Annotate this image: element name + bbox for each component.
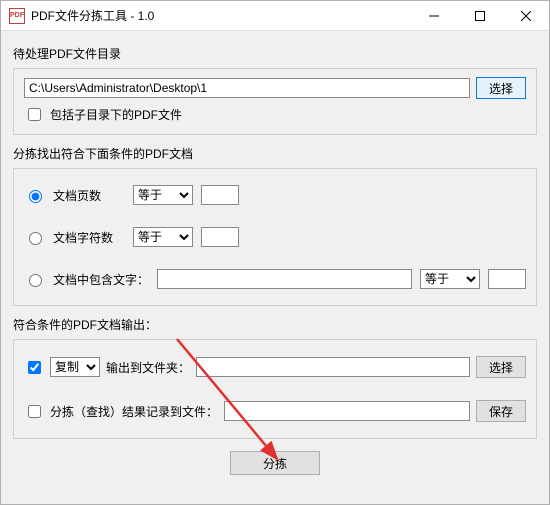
output-action-select[interactable]: 复制 (50, 357, 100, 377)
sort-button[interactable]: 分拣 (230, 451, 320, 475)
cond-text-label: 文档中包含文字： (53, 271, 149, 288)
log-enable-checkbox[interactable] (28, 405, 41, 418)
minimize-button[interactable] (411, 1, 457, 30)
output-folder-label: 输出到文件夹： (106, 359, 190, 376)
output-folder-input[interactable] (196, 357, 470, 377)
titlebar: PDF PDF文件分拣工具 - 1.0 (1, 1, 549, 31)
cond-chars-op-select[interactable]: 等于 (133, 227, 193, 247)
cond-pages-op-select[interactable]: 等于 (133, 185, 193, 205)
conditions-group: 文档页数 等于 文档字符数 等于 文档中包含文字： 等于 (13, 168, 537, 306)
output-enable-checkbox[interactable] (28, 361, 41, 374)
source-browse-button[interactable]: 选择 (476, 77, 526, 99)
cond-chars-value-input[interactable] (201, 227, 239, 247)
include-subdir-checkbox[interactable] (28, 108, 41, 121)
cond-pages-label: 文档页数 (53, 187, 125, 204)
source-path-input[interactable] (24, 78, 470, 98)
window-title: PDF文件分拣工具 - 1.0 (31, 7, 411, 24)
cond-pages-value-input[interactable] (201, 185, 239, 205)
log-label: 分拣（查找）结果记录到文件： (50, 403, 218, 420)
cond-chars-label: 文档字符数 (53, 229, 125, 246)
close-button[interactable] (503, 1, 549, 30)
cond-chars-radio[interactable] (29, 232, 42, 245)
cond-text-radio[interactable] (29, 274, 42, 287)
cond-text-count-input[interactable] (488, 269, 526, 289)
content: 待处理PDF文件目录 选择 包括子目录下的PDF文件 分拣找出符合下面条件的PD… (1, 31, 549, 485)
cond-pages-radio[interactable] (29, 190, 42, 203)
output-group: 复制 输出到文件夹： 选择 分拣（查找）结果记录到文件： 保存 (13, 339, 537, 439)
source-group: 选择 包括子目录下的PDF文件 (13, 68, 537, 135)
cond-text-op-select[interactable]: 等于 (420, 269, 480, 289)
section2-title: 分拣找出符合下面条件的PDF文档 (13, 145, 537, 162)
include-subdir-label: 包括子目录下的PDF文件 (50, 106, 182, 123)
output-browse-button[interactable]: 选择 (476, 356, 526, 378)
log-save-button[interactable]: 保存 (476, 400, 526, 422)
section3-title: 符合条件的PDF文档输出： (13, 316, 537, 333)
section1-title: 待处理PDF文件目录 (13, 45, 537, 62)
app-window: PDF PDF文件分拣工具 - 1.0 待处理PDF文件目录 选择 包括子目录下… (0, 0, 550, 505)
maximize-button[interactable] (457, 1, 503, 30)
log-file-input[interactable] (224, 401, 470, 421)
window-controls (411, 1, 549, 30)
cond-text-input[interactable] (157, 269, 412, 289)
app-icon: PDF (9, 8, 25, 24)
